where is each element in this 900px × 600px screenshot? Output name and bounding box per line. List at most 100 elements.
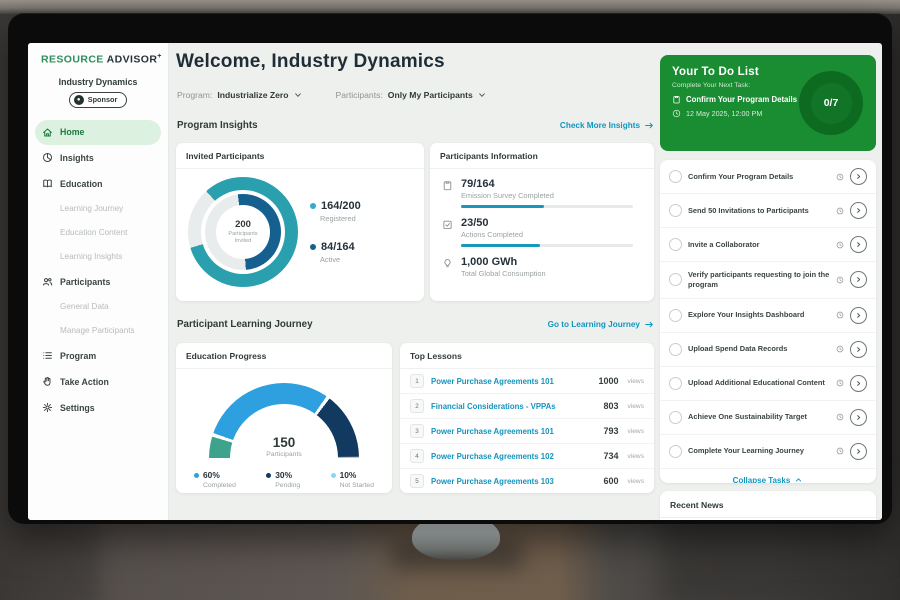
program-label: Program: [177,90,212,100]
task-open-button[interactable] [850,443,867,460]
legend-value: 30% [275,470,292,480]
hand-action-icon [42,376,53,387]
gear-icon [42,402,53,413]
filter-bar: Program: Industrialize Zero Participants… [177,90,486,100]
invited-participants-card: Invited Participants 200 Participants In… [176,143,424,301]
chevron-right-icon [855,346,862,353]
task-checkbox[interactable] [669,273,682,286]
task-open-button[interactable] [850,236,867,253]
task-checkbox[interactable] [669,445,682,458]
sidebar-item-general-data[interactable]: General Data [28,295,168,319]
program-dropdown[interactable]: Program: Industrialize Zero [177,90,302,100]
task-row: Upload Spend Data Records [660,333,876,367]
lesson-title-link[interactable]: Power Purchase Agreements 103 [431,477,596,486]
legend-value: 10% [340,470,357,480]
list-icon [42,350,53,361]
sidebar-item-participants[interactable]: Participants [28,269,168,295]
todo-next-task-label: Confirm Your Program Details [686,95,797,104]
brand-plus: + [157,53,162,60]
task-checkbox[interactable] [669,204,682,217]
sponsor-badge: ● Sponsor [69,92,128,108]
sidebar-item-settings[interactable]: Settings [28,395,168,421]
donut-center-value: 200 [235,219,251,230]
legend-dot [266,473,271,478]
lesson-views-suffix: views [628,478,645,485]
sidebar-item-manage-participants[interactable]: Manage Participants [28,319,168,343]
card-title: Invited Participants [176,143,424,169]
scene: RESOURCE ADVISOR+ Industry Dynamics ● Sp… [0,0,900,600]
lesson-views-suffix: views [628,453,645,460]
task-label: Verify participants requesting to join t… [688,270,830,290]
go-to-learning-journey-link[interactable]: Go to Learning Journey [548,320,654,329]
lesson-rank: 3 [410,424,424,438]
chevron-up-icon [794,476,803,483]
sidebar-item-education[interactable]: Education [28,171,168,197]
recent-news-card: Recent News [660,491,876,520]
task-row: Confirm Your Program Details [660,160,876,194]
task-checkbox[interactable] [669,309,682,322]
task-checkbox[interactable] [669,411,682,424]
legend-dot [310,244,316,250]
sidebar-item-label: Participants [60,277,110,287]
arrow-right-icon [644,121,654,130]
collapse-tasks-link[interactable]: Collapse Tasks [660,469,876,483]
task-open-button[interactable] [850,375,867,392]
collapse-label: Collapse Tasks [733,476,791,483]
sidebar-item-label: Home [60,127,84,137]
section-title: Program Insights [177,120,258,131]
clock-icon [836,276,844,284]
task-open-button[interactable] [850,168,867,185]
lesson-title-link[interactable]: Financial Considerations - VPPAs [431,402,596,411]
participants-label: Participants: [336,90,383,100]
program-value: Industrialize Zero [217,90,288,100]
chevron-right-icon [855,414,862,421]
sidebar-item-education-content[interactable]: Education Content [28,221,168,245]
todo-progress-value: 0/7 [824,97,839,109]
sidebar-item-learning-insights[interactable]: Learning Insights [28,245,168,269]
home-icon [42,127,53,138]
task-checkbox[interactable] [669,170,682,183]
clock-icon [836,379,844,387]
sidebar-item-take-action[interactable]: Take Action [28,369,168,395]
lesson-views: 803 [603,401,618,411]
task-checkbox[interactable] [669,343,682,356]
sidebar-item-learning-journey[interactable]: Learning Journey [28,197,168,221]
lesson-views-suffix: views [628,403,645,410]
card-title: Education Progress [176,343,392,369]
lesson-views-suffix: views [628,428,645,435]
sidebar-item-home[interactable]: Home [35,120,161,145]
sidebar-item-insights[interactable]: Insights [28,145,168,171]
task-checkbox[interactable] [669,238,682,251]
task-row: Send 50 Invitations to Participants [660,194,876,228]
progress-track [461,205,633,208]
lesson-title-link[interactable]: Power Purchase Agreements 101 [431,427,596,436]
sidebar-item-label: Education [60,179,103,189]
participants-dropdown[interactable]: Participants: Only My Participants [336,90,486,100]
legend-item-registered: 164/200 Registered [310,200,361,223]
lesson-title-link[interactable]: Power Purchase Agreements 101 [431,377,591,386]
clock-icon [836,207,844,215]
todo-due-label: 12 May 2025, 12:00 PM [686,109,762,118]
task-open-button[interactable] [850,202,867,219]
clock-icon [836,173,844,181]
clipboard-icon [442,180,453,191]
task-open-button[interactable] [850,341,867,358]
lesson-title-link[interactable]: Power Purchase Agreements 102 [431,452,596,461]
task-open-button[interactable] [850,409,867,426]
todo-next-task: Confirm Your Program Details [672,95,802,104]
sidebar-item-label: Insights [60,153,94,163]
legend-item-active: 84/164 Active [310,241,361,264]
task-open-button[interactable] [850,271,867,288]
lesson-row: 2 Financial Considerations - VPPAs 803 v… [400,394,654,419]
check-more-insights-link[interactable]: Check More Insights [560,121,654,130]
section-title: Participant Learning Journey [177,319,313,330]
link-label: Go to Learning Journey [548,320,640,329]
sidebar-item-program[interactable]: Program [28,343,168,369]
task-checkbox[interactable] [669,377,682,390]
donut-center: 200 Participants Invited [216,205,270,259]
task-open-button[interactable] [850,307,867,324]
sidebar-item-label: Education Content [60,228,127,237]
education-gauge-chart: 150 Participants [209,383,359,458]
task-row: Complete Your Learning Journey [660,435,876,469]
sidebar-nav: Home Insights Education Learning Journey… [28,120,168,421]
